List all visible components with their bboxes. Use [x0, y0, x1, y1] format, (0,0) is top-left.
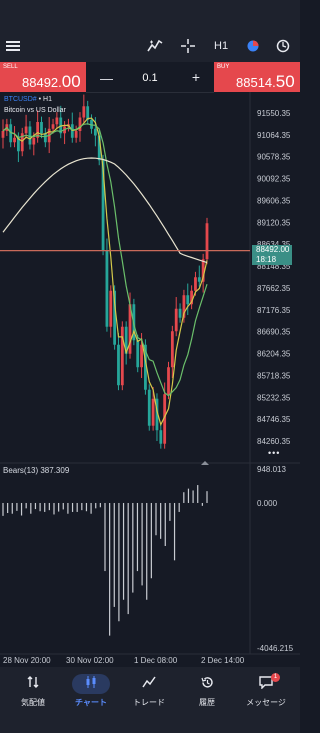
nav-chart[interactable]: チャート: [61, 667, 121, 733]
candle-body: [151, 398, 155, 426]
increase-lot-button[interactable]: +: [192, 69, 200, 85]
chart-timeframe: H1: [43, 96, 52, 103]
messages-badge: 1: [271, 673, 280, 682]
candle-body: [147, 389, 151, 426]
price-tick-label: 87176.35: [257, 306, 291, 315]
price-tick-label: 91550.35: [257, 109, 291, 118]
price-chart[interactable]: 91550.35 91064.35 90578.35 90092.35 89606.35…: [0, 92, 300, 667]
current-price-value: 88492.00: [256, 244, 290, 254]
slow-ma-line: [2, 157, 208, 264]
candle-body: [178, 308, 182, 318]
current-price-label: 88492.00 18:18: [252, 244, 292, 265]
candle-body: [105, 250, 109, 327]
price-tick-label: 84260.35: [257, 437, 291, 446]
symbol-name: BTCUSD#: [4, 96, 37, 103]
sell-price: 88492.00: [22, 72, 81, 91]
candle-body: [140, 344, 143, 368]
more-options-button[interactable]: •••: [268, 448, 280, 458]
sell-button[interactable]: SELL 88492.00: [0, 62, 86, 92]
candle-body: [136, 340, 140, 368]
candle-body: [197, 277, 201, 282]
candle-body: [93, 128, 97, 136]
nav-quotes[interactable]: 気配値: [3, 667, 63, 733]
candle-body: [186, 295, 190, 305]
nav-trade[interactable]: トレード: [119, 667, 179, 733]
objects-icon[interactable]: [246, 37, 260, 55]
indicator-tick-label: -4046.215: [257, 644, 294, 653]
menu-icon[interactable]: [6, 37, 20, 55]
sell-label: SELL: [3, 64, 18, 70]
time-tick-label: 28 Nov 20:00: [3, 656, 51, 665]
crosshair-icon[interactable]: [181, 37, 195, 55]
messages-icon: [236, 676, 296, 692]
bottom-navigation: 気配値 チャート トレード 履歴 1 メッセージ: [0, 667, 300, 733]
nav-messages-label: メッセージ: [246, 698, 286, 707]
candle-body: [174, 308, 178, 332]
time-tick-label: 1 Dec 08:00: [134, 656, 178, 665]
symbol-description: Bitcoin vs US Dollar: [4, 107, 66, 114]
price-tick-label: 90092.35: [257, 175, 291, 184]
candle-body: [51, 124, 55, 129]
buy-button[interactable]: BUY 88514.50: [214, 62, 300, 92]
nav-trade-label: トレード: [133, 698, 165, 707]
price-tick-label: 89606.35: [257, 196, 291, 205]
candle-body: [109, 290, 113, 327]
price-tick-label: 91064.35: [257, 131, 291, 140]
candle-body: [86, 106, 90, 120]
candle-body: [43, 133, 47, 143]
price-tick-label: 90578.35: [257, 153, 291, 162]
candle-body: [32, 137, 36, 145]
price-tick-label: 85718.35: [257, 371, 291, 380]
trade-icon[interactable]: [276, 37, 290, 55]
candle-body: [13, 137, 16, 143]
nav-messages[interactable]: 1 メッセージ: [236, 667, 296, 733]
indicators-icon[interactable]: [147, 37, 163, 55]
time-tick-label: 2 Dec 14:00: [201, 656, 245, 665]
nav-history-label: 履歴: [199, 698, 215, 707]
candle-body: [55, 117, 59, 125]
buy-label: BUY: [217, 64, 230, 70]
candle-body: [159, 430, 163, 444]
price-tick-label: 89120.35: [257, 218, 291, 227]
price-tick-label: 86690.35: [257, 328, 291, 337]
price-tick-label: 84746.35: [257, 415, 291, 424]
nav-chart-label: チャート: [75, 698, 107, 707]
candle-body: [117, 344, 120, 386]
indicator-label: Bears(13) 387.309: [3, 466, 70, 475]
price-tick-label: 85232.35: [257, 393, 291, 402]
lot-size-stepper: — 0.1 +: [86, 62, 214, 93]
indicator-tick-label: 948.013: [257, 465, 286, 474]
mid-ma-line: [2, 123, 208, 397]
time-tick-label: 30 Nov 02:00: [66, 656, 114, 665]
chart-symbol: BTCUSD# • H1: [4, 96, 52, 103]
trade-chart-icon: [119, 676, 179, 691]
quotes-icon: [3, 676, 63, 691]
candle-body: [74, 131, 78, 138]
candle-body: [194, 277, 197, 291]
nav-history[interactable]: 履歴: [177, 667, 237, 733]
candle-body: [120, 326, 124, 386]
candle-body: [167, 367, 170, 395]
bar-countdown: 18:18: [256, 254, 277, 264]
fast-ma-line: [2, 117, 208, 427]
candle-body: [40, 122, 43, 134]
chart-icon: [61, 676, 121, 691]
candle-body: [24, 126, 28, 134]
nav-quotes-label: 気配値: [21, 698, 45, 707]
timeframe-button[interactable]: H1: [214, 40, 228, 52]
buy-price: 88514.50: [236, 72, 295, 91]
candle-body: [82, 106, 86, 118]
top-toolbar: H1: [0, 0, 300, 62]
indicator-tick-label: 0.000: [257, 499, 278, 508]
candle-body: [1, 131, 5, 138]
price-tick-label: 87662.35: [257, 284, 291, 293]
history-icon: [177, 676, 237, 692]
price-tick-label: 86204.35: [257, 350, 291, 359]
candle-body: [78, 117, 82, 132]
candle-body: [170, 331, 174, 368]
candle-body: [205, 223, 209, 260]
